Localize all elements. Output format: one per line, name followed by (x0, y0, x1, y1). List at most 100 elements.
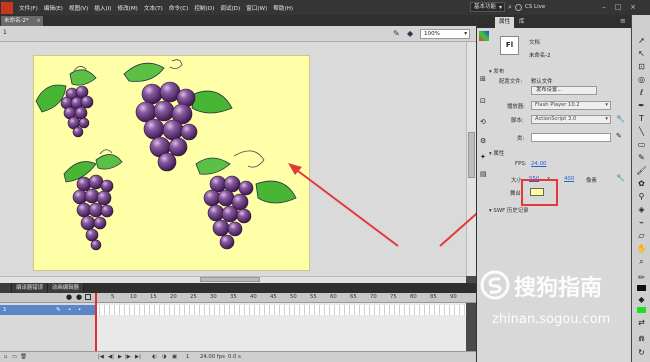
free-transform-tool-icon[interactable]: ⊡ (636, 61, 647, 72)
layer-row[interactable]: 1 ✎ • • (0, 305, 95, 315)
menu-control[interactable]: 控制(O) (191, 4, 217, 12)
tab-compiler-errors[interactable]: 编译器错误 (12, 283, 48, 293)
menu-commands[interactable]: 命令(C) (166, 4, 191, 12)
layer-dot-icon[interactable]: • (68, 305, 71, 315)
edit-scene-icon[interactable]: ✎ (393, 29, 403, 39)
fps-value[interactable]: 24.00 (531, 161, 546, 167)
outline-icon[interactable] (85, 294, 91, 300)
subselection-tool-icon[interactable]: ↖ (636, 48, 647, 59)
new-layer-icon[interactable]: ▫ (4, 354, 8, 360)
rewind-icon[interactable]: |◀ (98, 354, 104, 360)
height-value[interactable]: 400 (564, 176, 574, 182)
app-logo[interactable] (1, 1, 13, 14)
step-forward-icon[interactable]: |▶ (125, 354, 131, 360)
paint-bucket-tool-icon[interactable]: ◈ (636, 204, 647, 215)
horizontal-scroll-thumb[interactable] (200, 277, 260, 282)
lock-icon[interactable]: ● (76, 293, 82, 301)
script-settings-icon[interactable]: 🔧 (616, 115, 625, 123)
motion-presets-icon[interactable]: ▤ (480, 170, 487, 178)
workspace-dropdown[interactable]: 基本功能 (470, 2, 506, 12)
components-panel-icon[interactable]: ⚙ (480, 137, 486, 145)
doc-name: 未命名-2 (529, 53, 551, 59)
grape-cluster-2 (123, 59, 233, 172)
layer-dot-icon[interactable]: • (78, 305, 81, 315)
horizontal-scrollbar[interactable] (0, 276, 466, 283)
config-value: 默认文件 (531, 79, 553, 85)
onion-skin-icon[interactable]: ◐ (152, 354, 157, 360)
menu-view[interactable]: 视图(V) (66, 4, 91, 12)
brush-tool-icon[interactable]: 🖌 (636, 165, 647, 176)
class-input[interactable] (531, 133, 611, 142)
elapsed-time: 0.0 s (228, 354, 241, 360)
snap-icon[interactable]: ⋒ (636, 333, 647, 344)
document-tab[interactable]: 未命名-2* × (1, 16, 43, 26)
onion-outline-icon[interactable]: ◑ (162, 354, 167, 360)
frame-grid[interactable] (95, 303, 466, 351)
line-tool-icon[interactable]: ╲ (636, 126, 647, 137)
zoom-dropdown[interactable]: 100% (420, 29, 470, 39)
rectangle-tool-icon[interactable]: ▭ (636, 139, 647, 150)
text-tool-icon[interactable]: T (636, 113, 647, 124)
transform-panel-icon[interactable]: ⟲ (480, 118, 486, 126)
menu-file[interactable]: 文件(F) (16, 4, 41, 12)
tab-motion-editor[interactable]: 动画编辑器 (47, 283, 84, 293)
bone-tool-icon[interactable]: ⚲ (636, 191, 647, 202)
section-publish[interactable]: 发布 (489, 67, 504, 75)
section-properties[interactable]: 属性 (489, 149, 504, 157)
info-panel-icon[interactable]: ⊡ (480, 97, 486, 105)
actions-panel-icon[interactable]: ✦ (480, 153, 486, 161)
menu-text[interactable]: 文本(T) (141, 4, 166, 12)
edit-symbols-icon[interactable]: ◆ (407, 29, 417, 39)
section-swf-history[interactable]: SWF 历史记录 (489, 206, 528, 214)
frame-rate[interactable]: 24.00 fps (200, 354, 225, 360)
play-icon[interactable]: ▶ (118, 354, 122, 360)
layer-name[interactable]: 1 (3, 307, 7, 313)
script-dropdown[interactable]: ActionScript 3.0 (531, 115, 611, 124)
tab-timeline[interactable] (0, 283, 12, 293)
tab-library[interactable]: 库 (515, 17, 529, 28)
edit-document-settings-icon[interactable]: 🔧 (616, 174, 625, 182)
delete-layer-icon[interactable]: 🗑 (20, 354, 27, 360)
publish-settings-button[interactable]: 发布设置... (531, 86, 597, 95)
pen-tool-icon[interactable]: ✒ (636, 100, 647, 111)
grapes-artwork[interactable] (34, 56, 311, 272)
player-dropdown[interactable]: Flash Player 10.2 (531, 101, 611, 110)
menu-debug[interactable]: 调试(D) (217, 4, 243, 12)
menu-insert[interactable]: 插入(I) (91, 4, 114, 12)
scene-label[interactable]: 1 (3, 29, 7, 36)
menu-edit[interactable]: 编辑(E) (41, 4, 66, 12)
3d-rotation-tool-icon[interactable]: ◎ (636, 74, 647, 85)
tab-properties[interactable]: 属性 (495, 17, 515, 28)
selection-tool-icon[interactable]: ➚ (636, 35, 647, 46)
swatches-panel-icon[interactable] (479, 31, 489, 41)
minimize-button[interactable]: – (598, 2, 610, 12)
annotation-highlight-box (521, 179, 558, 206)
maximize-button[interactable]: □ (612, 2, 624, 12)
close-button[interactable]: × (627, 2, 639, 12)
edit-multiple-frames-icon[interactable]: ▣ (172, 354, 177, 360)
step-back-icon[interactable]: ◀| (108, 354, 114, 360)
eraser-tool-icon[interactable]: ▱ (636, 230, 647, 241)
cslive-label[interactable]: CS Live (525, 4, 545, 10)
new-folder-icon[interactable]: ▭ (12, 354, 17, 360)
pencil-tool-icon[interactable]: ✎ (636, 152, 647, 163)
eyedropper-tool-icon[interactable]: ⌁ (636, 217, 647, 228)
eye-icon[interactable]: ● (66, 293, 72, 301)
panel-menu-icon[interactable]: ≡ (620, 17, 626, 25)
lasso-tool-icon[interactable]: ℓ (636, 87, 647, 98)
edit-class-icon[interactable]: ✎ (616, 132, 622, 140)
align-panel-icon[interactable]: ⊞ (480, 75, 486, 83)
frame-number: 55 (310, 294, 317, 300)
menu-modify[interactable]: 修改(M) (114, 4, 140, 12)
frame-number: 80 (410, 294, 417, 300)
menu-window[interactable]: 窗口(W) (243, 4, 270, 12)
fast-forward-icon[interactable]: ▶| (135, 354, 141, 360)
deco-tool-icon[interactable]: ✿ (636, 178, 647, 189)
menu-help[interactable]: 帮助(H) (270, 4, 296, 12)
hand-tool-icon[interactable]: ✋ (636, 243, 647, 254)
stage[interactable] (33, 55, 310, 271)
smooth-icon[interactable]: ↻ (636, 347, 647, 358)
search-icon[interactable]: ⌕ (508, 3, 512, 12)
close-tab-icon[interactable]: × (36, 16, 41, 26)
frame-row[interactable] (95, 305, 466, 315)
